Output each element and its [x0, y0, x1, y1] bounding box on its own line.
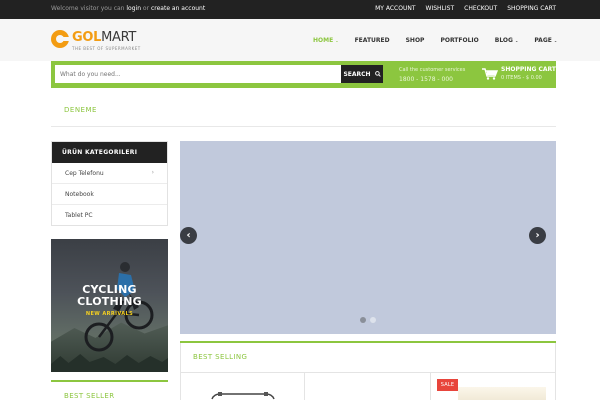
- category-label: Cep Telefonu: [65, 170, 104, 177]
- logo-text-mart: MART: [101, 30, 137, 45]
- category-label: Notebook: [65, 191, 94, 198]
- nav-item-home[interactable]: HOME ⌄: [313, 37, 339, 44]
- main-nav: HOME ⌄ FEATURED SHOP PORTFOLIO BLOG ⌄ PAGE…: [313, 37, 573, 44]
- product-image[interactable]: [458, 387, 546, 400]
- welcome-message: Welcome visitor you can login or create …: [51, 5, 205, 12]
- chevron-left-icon: ‹: [186, 230, 191, 241]
- nav-item-page[interactable]: PAGE ⌄: [534, 37, 557, 44]
- chevron-right-icon: ›: [535, 230, 540, 241]
- nav-label: PAGE: [534, 37, 552, 44]
- search-button[interactable]: SEARCH: [341, 65, 383, 83]
- category-item-cep-telefonu[interactable]: Cep Telefonu ›: [52, 163, 167, 184]
- divider: [51, 380, 168, 382]
- nav-item-shop[interactable]: SHOP: [406, 37, 425, 44]
- logo-icon[interactable]: [51, 30, 70, 48]
- cart-icon[interactable]: [482, 68, 498, 80]
- slider-dot-active[interactable]: [360, 317, 366, 323]
- site-header: GOLMART THE BEST OF SUPERMARKET HOME ⌄ FE…: [0, 19, 600, 61]
- slider-next-button[interactable]: ›: [529, 227, 546, 244]
- category-label: Tablet PC: [65, 212, 93, 219]
- search-button-label: SEARCH: [343, 70, 371, 78]
- search-bar: SEARCH Call the customer services 1800 -…: [51, 61, 556, 88]
- category-item-notebook[interactable]: Notebook: [52, 184, 167, 205]
- nav-label: HOME: [313, 37, 334, 44]
- hero-slider[interactable]: ‹ ›: [180, 141, 556, 334]
- divider: [430, 373, 431, 400]
- logo-tagline: THE BEST OF SUPERMARKET: [72, 46, 141, 51]
- slider-dots: [360, 317, 376, 323]
- customer-service-label: Call the customer services: [399, 67, 466, 73]
- chevron-down-icon: ⌄: [553, 38, 558, 43]
- login-link[interactable]: login: [126, 5, 141, 12]
- nav-item-portfolio[interactable]: PORTFOLIO: [440, 37, 478, 44]
- product-categories: ÜRÜN KATEGORILERI Cep Telefonu › Notebook…: [51, 141, 168, 226]
- slider-prev-button[interactable]: ‹: [180, 227, 197, 244]
- search-icon: [374, 71, 381, 77]
- chevron-down-icon: ⌄: [335, 38, 339, 43]
- nav-label: SHOP: [405, 37, 425, 44]
- wishlist-link[interactable]: WISHLIST: [426, 5, 455, 12]
- search-input[interactable]: [55, 65, 341, 83]
- slider-dot[interactable]: [370, 317, 376, 323]
- banner-subtitle: NEW ARRIVALS: [85, 311, 134, 317]
- banner-title-line2: CLOTHING: [77, 295, 142, 308]
- product-image[interactable]: [210, 391, 276, 400]
- my-account-link[interactable]: MY ACCOUNT: [375, 5, 415, 12]
- nav-label: FEATURED: [354, 37, 390, 44]
- nav-item-featured[interactable]: FEATURED: [355, 37, 390, 44]
- welcome-text: Welcome visitor you can: [51, 5, 127, 12]
- logo-text-gol: GOL: [72, 30, 102, 45]
- top-bar: Welcome visitor you can login or create …: [0, 0, 600, 19]
- customer-service-phone: 1800 - 1578 - 000: [399, 76, 453, 83]
- divider: [180, 372, 556, 373]
- checkout-link[interactable]: CHECKOUT: [464, 5, 497, 12]
- top-links: MY ACCOUNT WISHLIST CHECKOUT SHOPPING CA…: [365, 5, 556, 12]
- welcome-or-text: or: [141, 5, 151, 12]
- cycling-banner[interactable]: CYCLING CLOTHING NEW ARRIVALS: [51, 239, 168, 372]
- categories-title: ÜRÜN KATEGORILERI: [52, 142, 167, 163]
- page-title: DENEME: [64, 106, 97, 114]
- divider: [51, 126, 556, 127]
- shopping-cart-link[interactable]: SHOPPING CART: [507, 5, 556, 12]
- nav-item-blog[interactable]: BLOG ⌄: [495, 37, 519, 44]
- best-selling-title: BEST SELLING: [193, 353, 248, 361]
- create-account-link[interactable]: create an account: [151, 5, 205, 12]
- category-item-tablet-pc[interactable]: Tablet PC: [52, 205, 167, 226]
- nav-label: BLOG: [494, 37, 513, 44]
- logo[interactable]: GOLMART: [72, 30, 136, 45]
- nav-label: PORTFOLIO: [440, 37, 479, 44]
- shopping-cart-button[interactable]: SHOPPING CART: [501, 66, 556, 73]
- best-seller-title: BEST SELLER: [64, 392, 115, 400]
- sale-badge: SALE: [437, 379, 458, 391]
- chevron-right-icon: ›: [151, 169, 154, 176]
- banner-title: CYCLING CLOTHING: [51, 284, 168, 308]
- cart-summary: 0 ITEMS - $ 0.00: [501, 75, 542, 81]
- chevron-down-icon: ⌄: [514, 38, 519, 43]
- divider: [304, 373, 305, 400]
